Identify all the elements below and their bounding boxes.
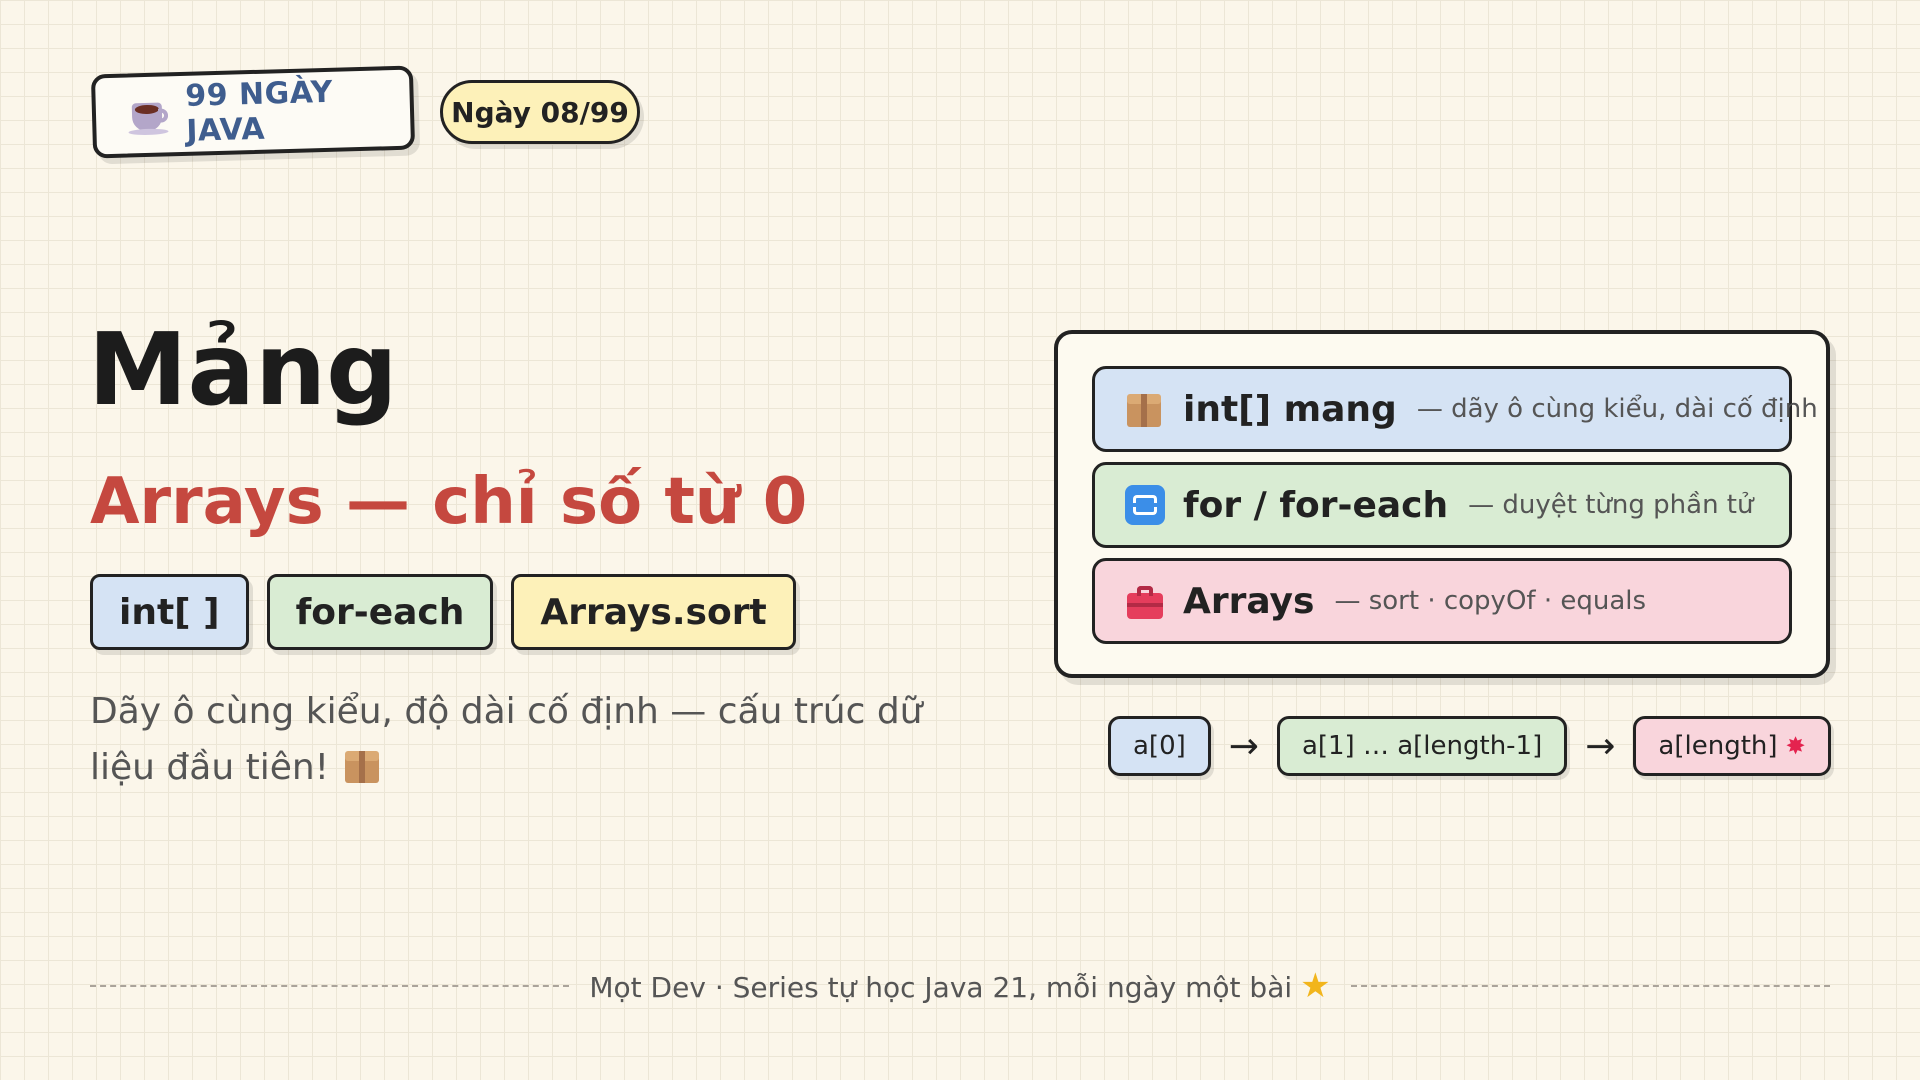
card-row-title: for / for-each [1183, 484, 1449, 526]
chip-arrays-sort: Arrays.sort [511, 574, 796, 650]
footer-divider-right [1350, 985, 1830, 987]
flow-node-out-of-bounds: a[length] ✸ [1633, 716, 1831, 776]
star-icon: ★ [1300, 966, 1331, 1006]
description-text: Dãy ô cùng kiểu, độ dài cố định — cấu tr… [90, 691, 923, 788]
arrow-right-icon: → [1585, 725, 1616, 767]
summary-card: int[] mang — dãy ô cùng kiểu, dài cố địn… [1054, 330, 1830, 678]
arrow-right-icon: → [1228, 725, 1259, 767]
brand-badge: 99 NGÀY JAVA [90, 65, 416, 159]
brand-title: 99 NGÀY JAVA [184, 74, 334, 149]
footer-caption: Mọt Dev · Series tự học Java 21, mỗi ngà… [589, 971, 1293, 1004]
flow-node-range: a[1] … a[length-1] [1276, 716, 1568, 776]
chip-for-each: for-each [266, 574, 494, 650]
page-title: Mảng [88, 311, 398, 428]
package-icon [1125, 389, 1165, 429]
card-row-arrays: Arrays — sort · copyOf · equals [1092, 558, 1792, 644]
flow-node-first: a[0] [1108, 716, 1211, 776]
explosion-icon: ✸ [1785, 732, 1806, 760]
footer-text: Mọt Dev · Series tự học Java 21, mỗi ngà… [589, 966, 1330, 1006]
card-row-detail: — sort · copyOf · equals [1334, 586, 1647, 616]
topic-chips: int[ ] for-each Arrays.sort [90, 574, 796, 650]
card-row-title: int[] mang [1183, 388, 1397, 430]
description: Dãy ô cùng kiểu, độ dài cố định — cấu tr… [90, 684, 950, 796]
card-row-detail: — dãy ô cùng kiểu, dài cố định [1416, 394, 1818, 424]
card-row-for-each: for / for-each — duyệt từng phần tử [1092, 462, 1792, 548]
chip-int-array: int[ ] [90, 574, 249, 650]
card-row-title: Arrays [1183, 580, 1315, 622]
index-flow: a[0] → a[1] … a[length-1] → a[length] ✸ [1108, 716, 1831, 776]
footer: Mọt Dev · Series tự học Java 21, mỗi ngà… [90, 966, 1830, 1006]
card-row-detail: — duyệt từng phần tử [1468, 490, 1754, 520]
toolbox-icon [1125, 581, 1165, 621]
flow-node-label: a[length] [1658, 731, 1778, 761]
footer-divider-left [90, 985, 570, 987]
card-row-int-array: int[] mang — dãy ô cùng kiểu, dài cố địn… [1092, 366, 1818, 452]
coffee-cup-icon [128, 94, 169, 136]
day-badge: Ngày 08/99 [440, 80, 640, 144]
package-icon [343, 747, 381, 785]
page-subtitle: Arrays — chỉ số từ 0 [90, 465, 808, 539]
repeat-icon [1125, 485, 1165, 525]
